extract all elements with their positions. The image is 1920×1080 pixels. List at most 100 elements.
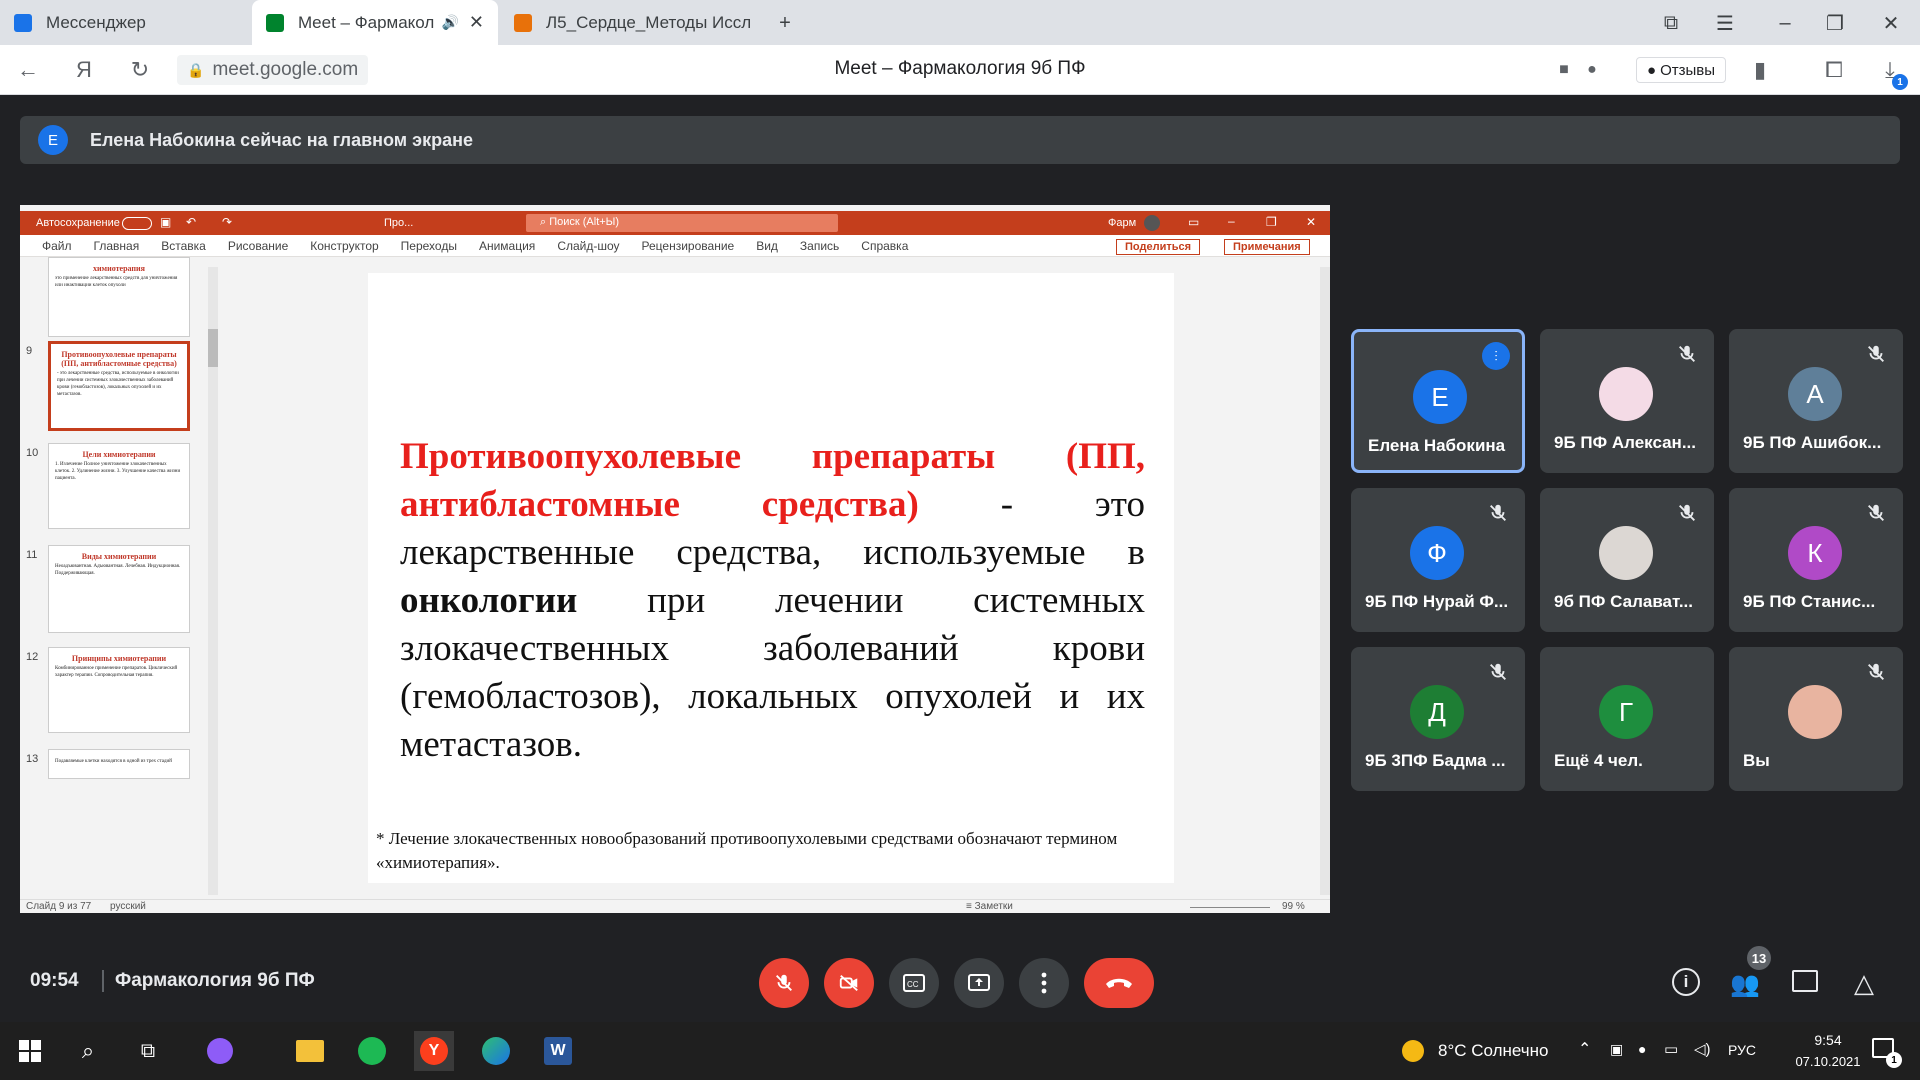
slide-thumbnail[interactable]: Виды химиотерапии Неоадъювантная. Адъюван… [48,545,190,633]
participant-tile[interactable]: Вы [1729,647,1903,791]
language-indicator[interactable]: РУС [1728,1042,1756,1058]
present-button[interactable] [954,958,1004,1008]
participant-tile[interactable]: Ф 9Б ПФ Нурай Ф... [1351,488,1525,632]
reviews-button[interactable]: ● Отзывы [1636,57,1727,83]
slide-thumbnail[interactable]: Цели химиотерапии 1. Излечение Полное уни… [48,443,190,529]
pdf-icon [514,13,532,32]
chevron-up-icon[interactable]: ⌃ [1578,1039,1591,1059]
participant-name: 9Б ПФ Нурай Ф... [1365,592,1509,611]
address-bar: ← Я ↻ 🔒 meet.google.com Meet – Фармаколо… [0,45,1920,95]
current-slide: Противоопухолевые препараты (ПП, антибла… [368,273,1174,883]
menu-icon[interactable]: ☰ [1710,8,1740,38]
save-icon[interactable]: ▣ [160,215,171,229]
mic-off-icon [1868,504,1884,521]
ribbon-tab[interactable]: Вид [756,239,778,253]
ribbon-tab[interactable]: Анимация [479,239,535,253]
chat-icon[interactable] [1792,970,1818,992]
ribbon-tab[interactable]: Главная [94,239,140,253]
file-explorer-icon[interactable] [290,1031,330,1071]
tab-messenger[interactable]: Мессенджер [0,0,250,45]
ribbon-tab[interactable]: Рецензирование [642,239,735,253]
microphone-icon[interactable]: ● [1576,54,1608,86]
windows-start-icon[interactable] [10,1031,50,1071]
activities-icon[interactable]: △ [1854,968,1874,999]
share-button[interactable]: Поделиться [1116,239,1201,255]
alice-icon[interactable] [200,1031,240,1071]
restore-icon[interactable]: ❐ [1820,8,1850,38]
redo-icon[interactable]: ↷ [222,215,232,229]
meet-icon[interactable]: ▣ [1610,1041,1623,1058]
notes-button[interactable]: ≡ Заметки [966,901,1013,912]
search-icon[interactable]: ⌕ [68,1031,108,1071]
participant-tile[interactable]: Г Ещё 4 чел. [1540,647,1714,791]
microphone-icon[interactable]: ● [1638,1041,1646,1057]
bookmarks-icon[interactable]: ⧉ [1656,8,1686,38]
spotify-icon[interactable] [352,1031,392,1071]
new-tab-button[interactable]: + [770,8,800,38]
tab-pdf[interactable]: Л5_Сердце_Методы Иссле [500,0,750,45]
ribbon-tab[interactable]: Файл [42,239,72,253]
mic-off-icon [1868,345,1884,362]
autosave-toggle[interactable] [122,217,152,230]
participant-tile[interactable]: К 9Б ПФ Станис... [1729,488,1903,632]
thumbnail-scrollbar[interactable] [208,267,218,895]
undo-icon[interactable]: ↶ [186,215,196,229]
participant-tile[interactable]: Д 9Б 3ПФ Бадма ... [1351,647,1525,791]
tab-meet[interactable]: Meet – Фармакологи 🔊 ✕ [252,0,498,45]
participant-tile[interactable]: Е Елена Набокина ⫶ [1351,329,1525,473]
document-name[interactable]: Про... [384,217,413,229]
leave-call-button[interactable] [1084,958,1154,1008]
slide-thumbnail[interactable]: Подавляемые клетки находятся в одной из … [48,749,190,779]
slide-thumbnail[interactable]: химиотерапия это применение лекарственных… [48,257,190,337]
edge-icon[interactable] [476,1031,516,1071]
volume-icon[interactable]: ◁) [1694,1040,1711,1058]
slide-scrollbar[interactable] [1320,267,1330,895]
ribbon-tab[interactable]: Вставка [161,239,206,253]
people-icon[interactable]: 👥 [1730,970,1760,999]
more-options-button[interactable] [1019,958,1069,1008]
minimize-icon[interactable]: – [1770,8,1800,38]
meeting-time: 09:54 [30,970,79,991]
mic-off-button[interactable] [759,958,809,1008]
participant-tile[interactable]: А 9Б ПФ Ашибок... [1729,329,1903,473]
ribbon-tab[interactable]: Справка [861,239,908,253]
slide-thumbnail[interactable]: Принципы химиотерапии Комбинированное при… [48,647,190,733]
info-icon[interactable]: i [1672,968,1700,996]
participant-tile[interactable]: 9б ПФ Салават... [1540,488,1714,632]
weather-text[interactable]: 8°C Солнечно [1438,1041,1549,1061]
participant-tile[interactable]: 9Б ПФ Алексан... [1540,329,1714,473]
collections-icon[interactable]: ⧠ [1818,54,1850,86]
ribbon-tab[interactable]: Переходы [401,239,457,253]
comments-button[interactable]: Примечания [1224,239,1310,255]
avatar: Е [38,125,68,155]
word-icon[interactable]: W [538,1031,578,1071]
thumbnail-title [49,750,189,758]
search-box[interactable]: ⌕ Поиск (Alt+Ы) [526,214,838,232]
avatar[interactable] [1144,215,1160,231]
shared-screen: Автосохранение ▣ ↶ ↷ Про... ⌕ Поиск (Alt… [20,205,1330,913]
ribbon-options-icon[interactable]: ▭ [1188,215,1199,229]
powerpoint-title-bar: Автосохранение ▣ ↶ ↷ Про... ⌕ Поиск (Alt… [20,211,1330,235]
ribbon-tab[interactable]: Слайд-шоу [557,239,619,253]
zoom-slider[interactable] [1190,907,1270,908]
minimize-icon[interactable]: – [1228,214,1235,228]
restore-icon[interactable]: ❐ [1266,215,1277,229]
ribbon-tab[interactable]: Рисование [228,239,288,253]
close-icon[interactable]: ✕ [1306,215,1316,229]
camera-off-button[interactable] [824,958,874,1008]
bookmark-icon[interactable]: ▮ [1744,54,1776,86]
close-tab-icon[interactable]: ✕ [469,12,484,33]
yandex-browser-icon[interactable]: Y [414,1031,454,1071]
captions-button[interactable]: CC [889,958,939,1008]
slide-thumbnail[interactable]: Противоопухолевые препараты (ПП, антибла… [48,341,190,431]
close-window-icon[interactable]: ✕ [1876,8,1906,38]
thumbnail-number: 12 [26,651,39,663]
thumbnail-number: 11 [26,549,38,561]
network-icon[interactable]: ▭ [1664,1040,1678,1058]
task-view-icon[interactable]: ⧉ [128,1031,168,1071]
clock-date[interactable]: 07.10.2021 [1784,1054,1872,1069]
ribbon-tab[interactable]: Запись [800,239,839,253]
thumbnail-number: 13 [26,753,39,765]
ribbon-tab[interactable]: Конструктор [310,239,378,253]
clock-time[interactable]: 9:54 [1798,1032,1858,1048]
